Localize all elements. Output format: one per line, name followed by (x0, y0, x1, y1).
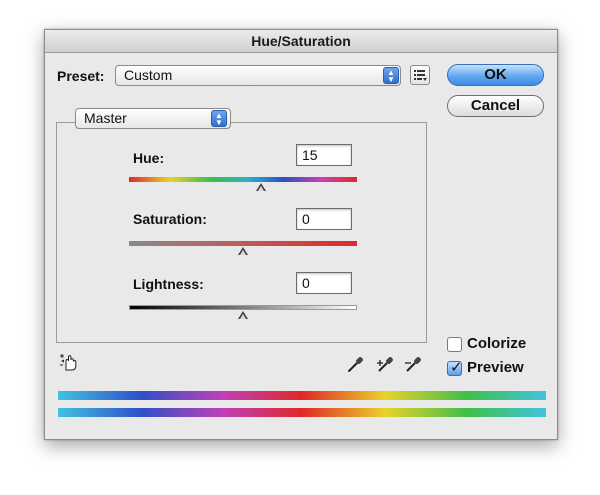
add-to-sample-eyedropper-icon (377, 357, 393, 372)
lightness-label: Lightness: (133, 276, 204, 292)
hue-label: Hue: (133, 150, 165, 166)
hue-slider-track[interactable] (129, 177, 357, 182)
lightness-slider-thumb[interactable] (238, 311, 248, 319)
targeted-adjustment-hand-icon (60, 354, 77, 371)
saturation-slider-thumb[interactable] (238, 247, 248, 255)
ok-button[interactable]: OK (447, 64, 544, 86)
add-to-sample-tool[interactable] (375, 352, 397, 374)
channel-select[interactable]: Master ▲ ▼ (75, 108, 231, 129)
checkmark-icon: ✓ (450, 359, 463, 376)
preset-select[interactable]: Custom ▲ ▼ (115, 65, 401, 86)
eyedropper-icon (348, 357, 363, 372)
cancel-button[interactable]: Cancel (447, 95, 544, 117)
preset-options-icon (414, 70, 427, 81)
hue-saturation-dialog: Hue/Saturation Preset: Custom ▲ ▼ OK Canc… (44, 29, 558, 440)
colorize-checkbox[interactable] (447, 337, 462, 352)
subtract-from-sample-tool[interactable] (403, 352, 425, 374)
preset-options-button[interactable] (410, 65, 430, 85)
hue-input[interactable]: 15 (296, 144, 352, 166)
input-color-spectrum (58, 391, 546, 400)
saturation-input[interactable]: 0 (296, 208, 352, 230)
dialog-title: Hue/Saturation (45, 30, 557, 53)
lightness-input[interactable]: 0 (296, 272, 352, 294)
preview-checkbox[interactable]: ✓ (447, 359, 463, 376)
lightness-slider-track[interactable] (129, 305, 357, 310)
saturation-slider-track[interactable] (129, 241, 357, 246)
popup-arrows-icon: ▲ ▼ (383, 67, 399, 84)
saturation-label: Saturation: (133, 211, 207, 227)
preview-label: Preview (467, 359, 524, 376)
preset-value: Custom (124, 67, 173, 83)
popup-arrows-icon: ▲ ▼ (211, 110, 227, 127)
colorize-label: Colorize (467, 335, 527, 352)
targeted-adjustment-tool[interactable] (59, 352, 81, 374)
hue-slider-thumb[interactable] (256, 183, 267, 191)
eyedropper-tool[interactable] (345, 352, 367, 374)
subtract-from-sample-eyedropper-icon (405, 357, 421, 372)
channel-value: Master (84, 110, 127, 126)
output-color-spectrum (58, 408, 546, 417)
preset-label: Preset: (57, 68, 105, 84)
